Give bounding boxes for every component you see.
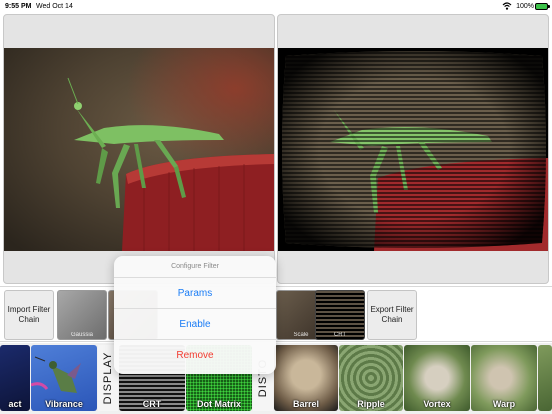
filter-tile[interactable]: act [0,345,30,411]
status-date: Wed Oct 14 [36,3,73,10]
filtered-image [278,48,548,251]
source-image [4,48,274,251]
filter-tile-label: Ripple [357,399,385,409]
enable-button[interactable]: Enable [114,309,276,340]
remove-button[interactable]: Remove [114,340,276,371]
filter-tile-warp[interactable]: Warp [471,345,537,411]
filter-tile-label: act [8,399,22,409]
filter-tile-label: Dot Matrix [196,399,241,409]
status-time: 9:55 PM [5,3,32,10]
filter-tile-label: Vibrance [45,399,83,409]
filter-tile-vortex[interactable]: Vortex [404,345,470,411]
status-bar: 9:55 PM Wed Oct 14 100% [0,0,552,13]
battery-percentage: 100% [516,3,534,10]
battery-icon [535,3,550,10]
filter-chain-bar: Import Filter Chain Gaussia Scale CRT Ex… [0,286,552,342]
filter-tile-label: Vortex [423,399,451,409]
chain-filter-thumb-label: CRT [333,332,347,338]
filter-tile-label: Warp [492,399,516,409]
export-filter-chain-button[interactable]: Export Filter Chain [367,290,417,340]
filter-tile-label: CRT [142,399,162,409]
filter-library-strip[interactable]: act Vibrance DISPLAY CRT Dot Matrix DIST… [0,343,552,414]
wifi-icon [502,2,512,10]
chain-filter-thumb-crt[interactable]: CRT [315,290,365,340]
filter-tile-vibrance[interactable]: Vibrance [31,345,97,411]
params-button[interactable]: Params [114,278,276,309]
category-label: DISPLAY [102,351,114,405]
filter-tile-ripple[interactable]: Ripple [339,345,403,411]
chain-filter-thumb-label: Gaussia [70,332,93,338]
filter-tile-label: Barrel [292,399,319,409]
filter-tile[interactable] [538,345,552,411]
popover-title: Configure Filter [114,256,276,278]
configure-filter-popover: Configure Filter Params Enable Remove [114,256,276,374]
import-filter-chain-button[interactable]: Import Filter Chain [4,290,54,340]
source-image-pane[interactable] [3,14,275,284]
app-screen: 9:55 PM Wed Oct 14 100% Import Filter Ch… [0,0,552,414]
filter-tile-barrel[interactable]: Barrel [274,345,338,411]
filtered-image-pane[interactable] [277,14,549,284]
chain-filter-thumb-gaussian[interactable]: Gaussia [57,290,107,340]
